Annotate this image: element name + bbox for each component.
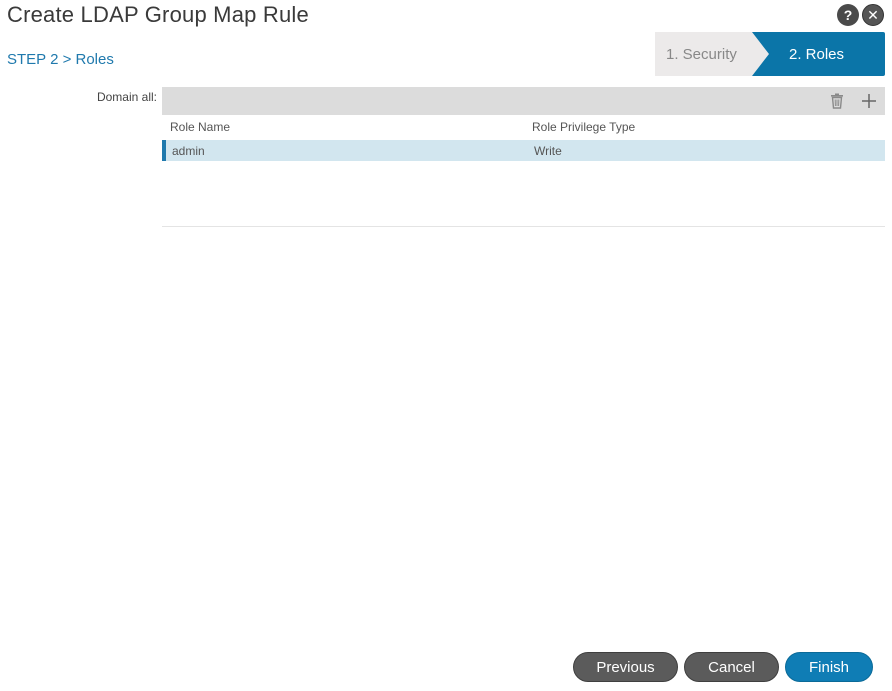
domain-label: Domain all:	[96, 90, 157, 104]
dialog-controls: ? ✕	[837, 4, 884, 26]
help-icon[interactable]: ?	[837, 4, 859, 26]
table-divider	[162, 226, 885, 227]
wizard-steps: 1. Security 2. Roles	[655, 32, 885, 76]
roles-toolbar	[162, 87, 885, 115]
plus-icon[interactable]	[859, 91, 879, 111]
column-header-role-name[interactable]: Role Name	[170, 120, 230, 134]
roles-table-header: Role Name Role Privilege Type	[162, 118, 885, 138]
privilege-type-cell: Write	[534, 144, 562, 158]
table-row[interactable]: admin Write	[162, 140, 885, 161]
role-name-cell: admin	[172, 144, 205, 158]
close-icon[interactable]: ✕	[862, 4, 884, 26]
trash-icon[interactable]	[827, 91, 847, 111]
dialog-title: Create LDAP Group Map Rule	[7, 2, 309, 27]
cancel-button[interactable]: Cancel	[684, 652, 779, 682]
step-breadcrumb: STEP 2 > Roles	[7, 51, 114, 68]
column-header-privilege-type[interactable]: Role Privilege Type	[532, 120, 635, 134]
wizard-step-roles[interactable]: 2. Roles	[752, 32, 885, 76]
wizard-step-security[interactable]: 1. Security	[655, 32, 775, 76]
finish-button[interactable]: Finish	[785, 652, 873, 682]
previous-button[interactable]: Previous	[573, 652, 678, 682]
